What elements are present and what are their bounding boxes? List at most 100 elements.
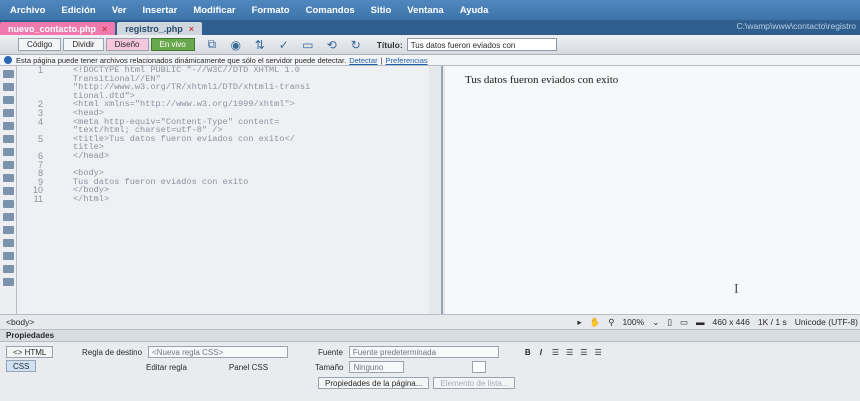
code-line[interactable]	[73, 161, 433, 170]
page-properties-button[interactable]: Propiedades de la página...	[318, 377, 430, 389]
live-view-button[interactable]: En vivo	[150, 38, 195, 51]
menu-formato[interactable]: Formato	[252, 5, 290, 16]
coding-toolbar	[0, 66, 17, 314]
menu-ventana[interactable]: Ventana	[407, 5, 443, 16]
highlight-invalid-icon[interactable]	[3, 161, 14, 169]
target-rule-select[interactable]: <Nueva regla CSS>	[148, 346, 289, 358]
line-number	[17, 75, 43, 84]
remove-comment-icon[interactable]	[3, 200, 14, 208]
code-line[interactable]: </body>	[73, 186, 433, 195]
menu-comandos[interactable]: Comandos	[306, 5, 355, 16]
select-tool-icon[interactable]: ▸	[577, 317, 581, 328]
format-source-icon[interactable]	[3, 278, 14, 286]
multiscreen-icon[interactable]: ⧉	[203, 37, 221, 52]
move-css-icon[interactable]	[3, 239, 14, 247]
chevron-down-icon[interactable]: ⌄	[652, 317, 659, 328]
refresh-icon[interactable]: ↻	[347, 38, 365, 52]
page-title-input[interactable]: Tus datos fueron eviados con	[406, 38, 557, 51]
hand-tool-icon[interactable]: ✋	[590, 317, 601, 328]
code-view-pane[interactable]: 1 2 3 4 5 6 7 8 9 10 11 <!DOCTYPE html PUBLIC "-//…	[17, 66, 443, 314]
page-buttons-row: Propiedades de la página... Elemento de …	[318, 377, 516, 389]
align-justify-icon[interactable]: ☰	[594, 348, 601, 357]
size-select[interactable]: Ninguno	[349, 361, 405, 373]
menu-ayuda[interactable]: Ayuda	[460, 5, 489, 16]
window-size[interactable]: 460 x 446	[713, 317, 750, 327]
font-select[interactable]: Fuente predeterminada	[348, 346, 499, 358]
syntax-error-icon[interactable]	[3, 174, 14, 182]
italic-button[interactable]: I	[540, 348, 542, 357]
encoding-label: Unicode (UTF-8)	[794, 317, 858, 327]
code-editor[interactable]: <!DOCTYPE html PUBLIC "-//W3C//DTD XHTML…	[73, 66, 433, 204]
split-view-button[interactable]: Dividir	[63, 38, 104, 51]
design-text[interactable]: Tus datos fueron eviados con exito	[465, 74, 618, 86]
tablet-size-icon[interactable]: ▭	[680, 317, 688, 328]
outdent-icon[interactable]	[3, 265, 14, 273]
balance-braces-icon[interactable]	[3, 135, 14, 143]
mobile-size-icon[interactable]: ▯	[667, 317, 672, 328]
menu-sitio[interactable]: Sitio	[371, 5, 392, 16]
color-swatch[interactable]	[472, 361, 487, 373]
align-left-icon[interactable]: ☰	[552, 348, 559, 357]
css-panel-button[interactable]: Panel CSS	[223, 361, 274, 373]
line-number: 5	[37, 133, 43, 144]
html-css-switch: <> HTML	[6, 346, 54, 358]
zoom-level[interactable]: 100%	[622, 317, 644, 327]
recent-snippets-icon[interactable]	[3, 226, 14, 234]
document-tabs: nuevo_contacto.php × registro_.php ×	[0, 20, 860, 35]
code-line[interactable]: title>	[73, 143, 433, 152]
close-icon[interactable]: ×	[189, 24, 194, 34]
desktop-size-icon[interactable]: ▬	[696, 317, 705, 327]
expand-all-icon[interactable]	[3, 109, 14, 117]
bold-button[interactable]: B	[525, 348, 531, 357]
line-number: 11	[33, 193, 43, 204]
align-right-icon[interactable]: ☰	[580, 348, 587, 357]
close-icon[interactable]: ×	[102, 24, 107, 34]
collapse-tag-icon[interactable]	[3, 83, 14, 91]
code-line[interactable]: <title>Tus datos fueron eviados con exit…	[73, 135, 433, 144]
menu-insertar[interactable]: Insertar	[142, 5, 177, 16]
open-documents-icon[interactable]	[3, 70, 14, 78]
align-center-icon[interactable]: ☰	[566, 348, 573, 357]
design-view-button[interactable]: Diseño	[105, 38, 149, 51]
detect-link[interactable]: Detectar	[349, 56, 377, 65]
document-toolbar: Código Dividir Diseño En vivo ⧉ ◉ ⇅ ✓ ▭ …	[0, 35, 860, 55]
menu-bar: Archivo Edición Ver Insertar Modificar F…	[0, 0, 860, 20]
text-cursor-icon: I	[734, 282, 739, 297]
browser-check-icon[interactable]: ⟲	[323, 38, 341, 52]
list-item-button[interactable]: Elemento de lista...	[433, 377, 516, 389]
code-line[interactable]: </html>	[73, 195, 433, 204]
info-text: Esta página puede tener archivos relacio…	[16, 55, 347, 65]
tag-selector[interactable]: <body>	[6, 317, 34, 327]
apply-comment-icon[interactable]	[3, 187, 14, 195]
menu-edicion[interactable]: Edición	[61, 5, 95, 16]
tab-registro[interactable]: registro_.php ×	[117, 22, 203, 35]
design-view-pane[interactable]: Tus datos fueron eviados con exito I	[445, 66, 860, 314]
properties-header[interactable]: Propiedades	[0, 330, 860, 342]
preferences-link[interactable]: Preferencias	[386, 56, 428, 65]
line-numbers-icon[interactable]	[3, 148, 14, 156]
validate-icon[interactable]: ✓	[275, 38, 293, 52]
collapse-selection-icon[interactable]	[3, 96, 14, 104]
wrap-tag-icon[interactable]	[3, 213, 14, 221]
indent-icon[interactable]	[3, 252, 14, 260]
preview-icon[interactable]: ◉	[227, 38, 245, 52]
edit-rule-button[interactable]: Editar regla	[140, 361, 193, 373]
tab-nuevo-contacto[interactable]: nuevo_contacto.php ×	[0, 22, 116, 35]
menu-archivo[interactable]: Archivo	[10, 5, 45, 16]
css-button[interactable]: CSS	[6, 360, 37, 372]
menu-ver[interactable]: Ver	[112, 5, 127, 16]
status-bar: <body> ▸ ✋ ⚲ 100% ⌄ ▯ ▭ ▬ 460 x 446 1K /…	[0, 314, 860, 330]
code-view-button[interactable]: Código	[18, 38, 62, 51]
zoom-tool-icon[interactable]: ⚲	[608, 317, 614, 328]
html-button[interactable]: <> HTML	[6, 346, 54, 358]
select-parent-icon[interactable]	[3, 122, 14, 130]
menu-modificar[interactable]: Modificar	[193, 5, 235, 16]
code-line[interactable]: Tus datos fueron eviados con exito	[73, 178, 433, 187]
code-line[interactable]: </head>	[73, 152, 433, 161]
code-line[interactable]: <html xmlns="http://www.w3.org/1999/xhtm…	[73, 100, 433, 109]
size-row: Tamaño Ninguno	[315, 361, 487, 373]
visual-aids-icon[interactable]: ▭	[299, 38, 317, 52]
file-management-icon[interactable]: ⇅	[251, 38, 269, 52]
code-scrollbar[interactable]	[429, 66, 441, 314]
size-label: Tamaño	[315, 362, 344, 372]
